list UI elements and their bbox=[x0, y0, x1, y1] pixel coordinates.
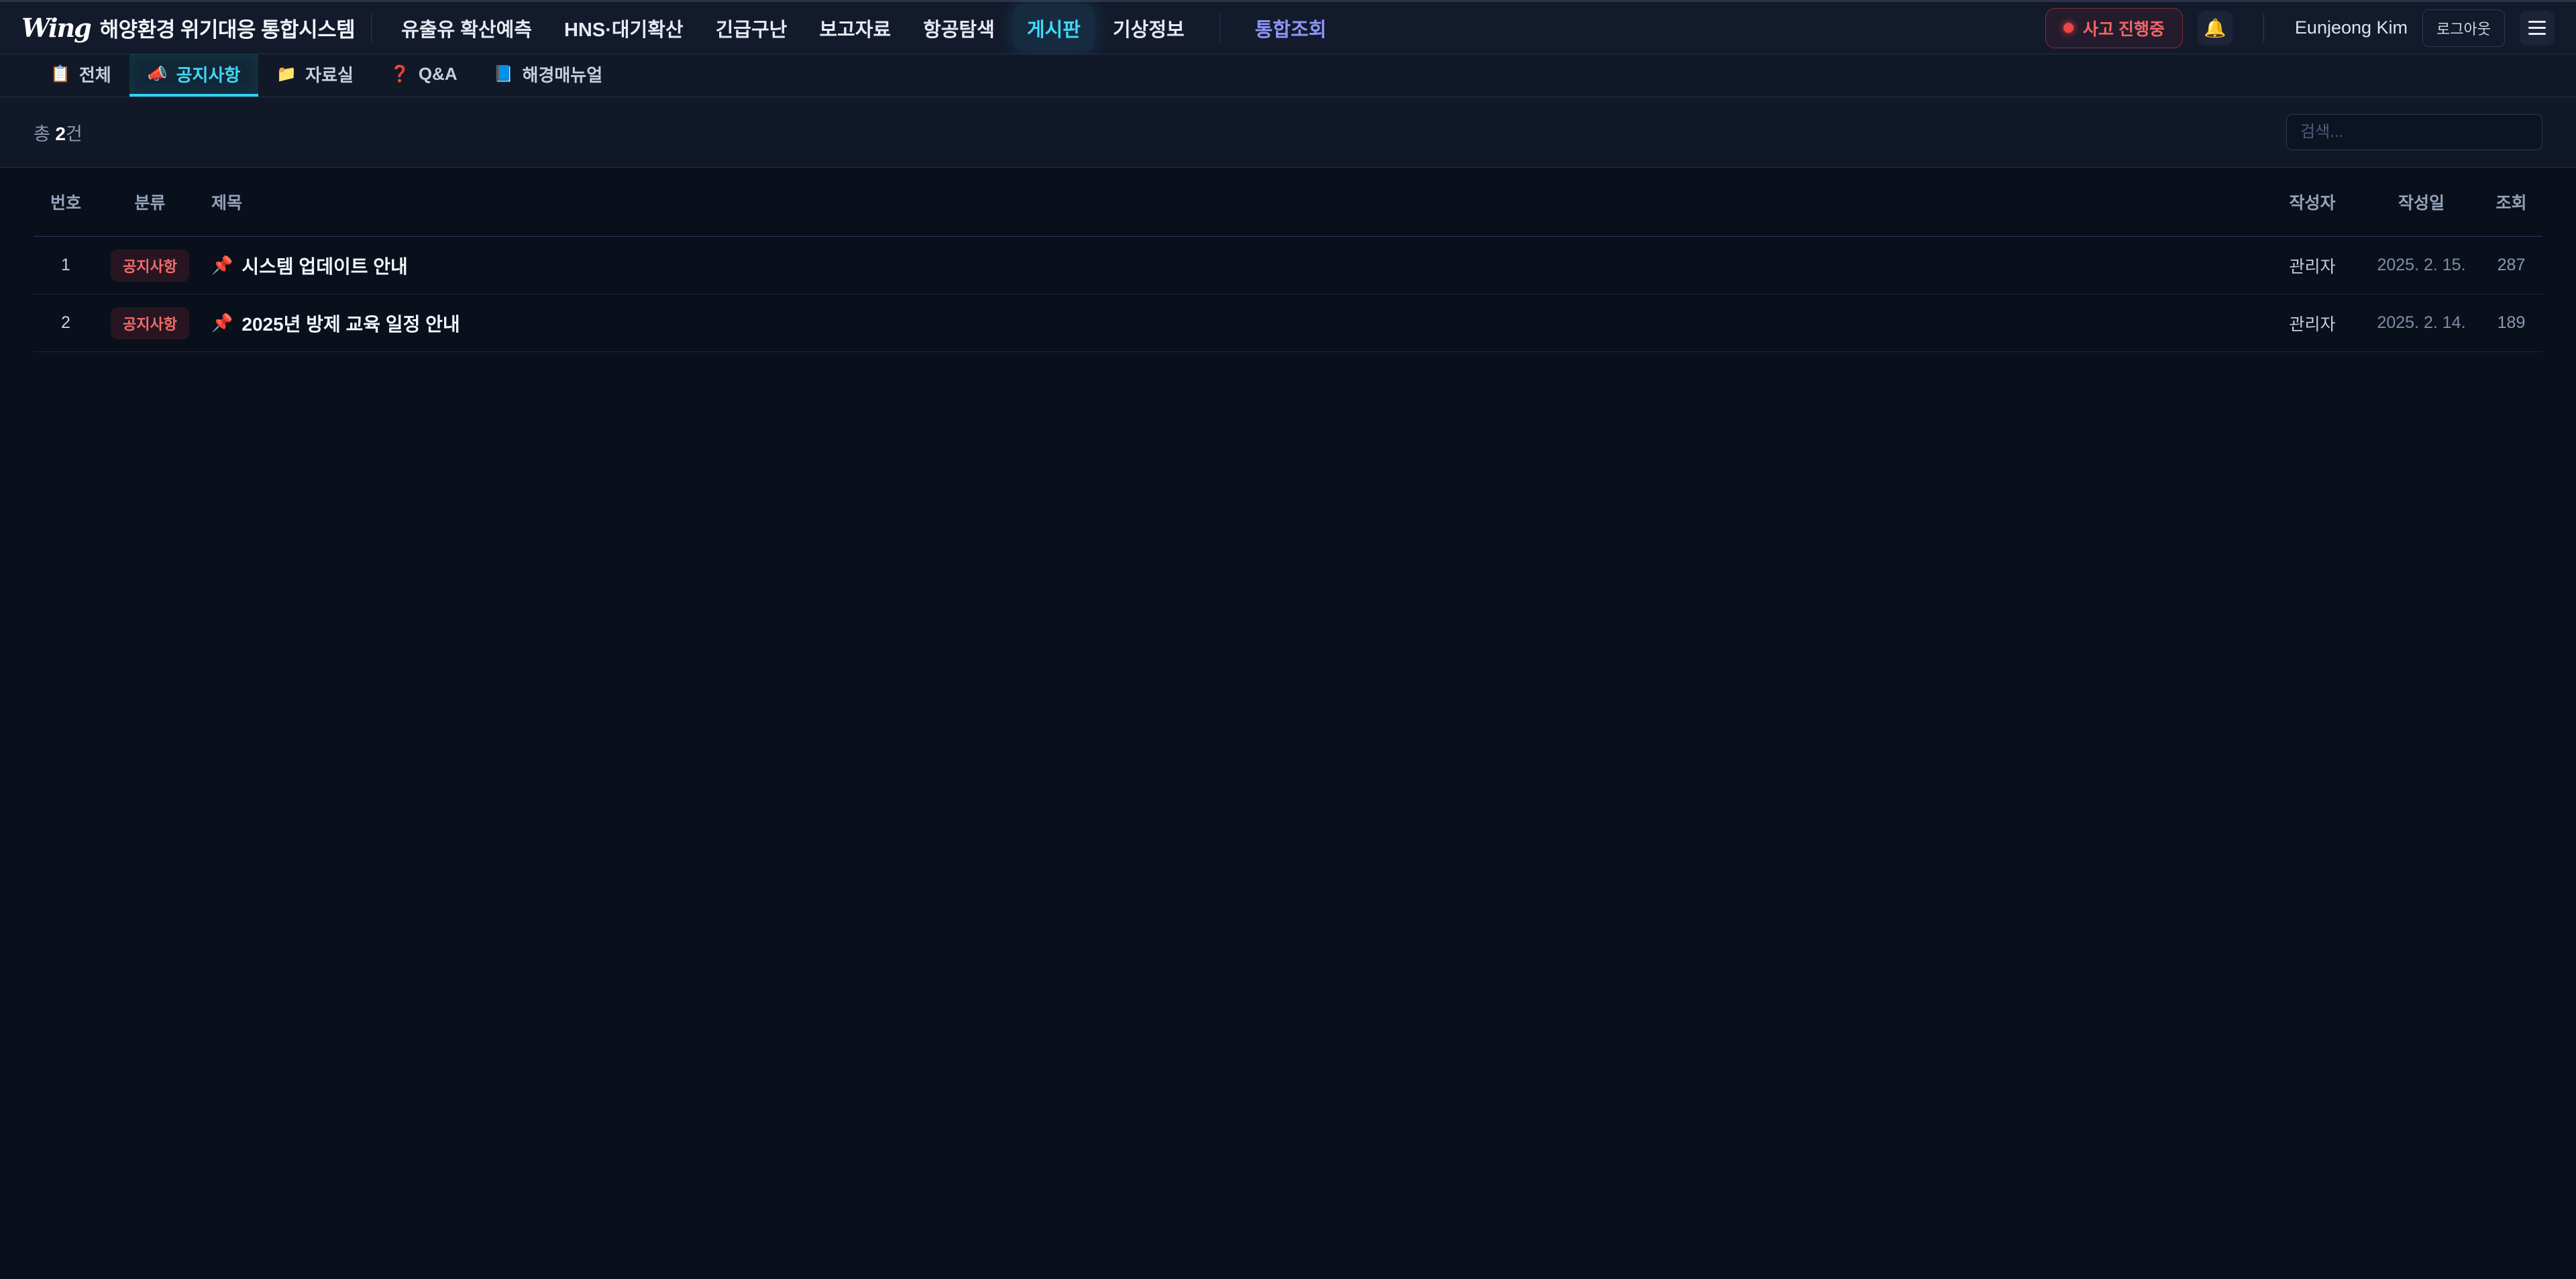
row-number: 2 bbox=[34, 313, 98, 333]
tab-notices[interactable]: 📣 공지사항 bbox=[129, 54, 259, 97]
tab-all-label: 전체 bbox=[79, 62, 111, 87]
pin-icon: 📌 bbox=[211, 313, 233, 333]
username-label: Eunjeong Kim bbox=[2295, 17, 2408, 38]
tab-all[interactable]: 📋 전체 bbox=[32, 54, 129, 97]
logo-wing-icon: Wing bbox=[21, 13, 91, 43]
question-icon: ❓ bbox=[390, 64, 410, 84]
search-input[interactable] bbox=[2286, 114, 2542, 150]
nav-item-weather-info[interactable]: 기상정보 bbox=[1099, 5, 1198, 52]
column-header-title: 제목 bbox=[202, 190, 2262, 214]
tab-archive[interactable]: 📁 자료실 bbox=[258, 54, 372, 97]
user-divider bbox=[2263, 14, 2264, 42]
tab-manual-label: 해경매뉴얼 bbox=[523, 62, 603, 87]
row-author: 관리자 bbox=[2262, 311, 2363, 335]
nav-item-reports[interactable]: 보고자료 bbox=[806, 5, 904, 52]
column-header-category: 분류 bbox=[98, 190, 202, 214]
column-header-views: 조회 bbox=[2480, 190, 2542, 214]
total-count-value: 2 bbox=[55, 123, 66, 144]
hamburger-menu-button[interactable] bbox=[2520, 11, 2555, 46]
row-date: 2025. 2. 15. bbox=[2363, 256, 2480, 275]
row-views: 287 bbox=[2480, 256, 2542, 275]
app-title: 해양환경 위기대응 통합시스템 bbox=[100, 13, 356, 43]
category-badge: 공지사항 bbox=[111, 307, 189, 339]
incident-badge-label: 사고 진행중 bbox=[2083, 16, 2165, 40]
board-toolbar: 총 2건 bbox=[0, 97, 2576, 168]
post-title-link[interactable]: 2025년 방제 교육 일정 안내 bbox=[241, 310, 460, 337]
nav-item-board[interactable]: 게시판 bbox=[1014, 5, 1094, 52]
folder-icon: 📁 bbox=[276, 64, 297, 84]
tab-manual[interactable]: 📘 해경매뉴얼 bbox=[476, 54, 621, 97]
column-header-author: 작성자 bbox=[2262, 190, 2363, 214]
board-content: 번호 분류 제목 작성자 작성일 조회 1 공지사항 📌 시스템 업데이트 안내… bbox=[0, 168, 2576, 1279]
pin-icon: 📌 bbox=[211, 255, 233, 276]
row-number: 1 bbox=[34, 256, 98, 275]
top-navigation-bar: Wing 해양환경 위기대응 통합시스템 유출유 확산예측 HNS·대기확산 긴… bbox=[0, 2, 2576, 54]
app-root: Wing 해양환경 위기대응 통합시스템 유출유 확산예측 HNS·대기확산 긴… bbox=[0, 0, 2576, 1279]
table-row[interactable]: 2 공지사항 📌 2025년 방제 교육 일정 안내 관리자 2025. 2. … bbox=[34, 294, 2542, 352]
incident-dot-icon bbox=[2063, 23, 2074, 33]
post-title-link[interactable]: 시스템 업데이트 안내 bbox=[241, 252, 407, 279]
column-header-date: 작성일 bbox=[2363, 190, 2480, 214]
total-count-label: 총 2건 bbox=[34, 119, 83, 146]
tab-qna[interactable]: ❓ Q&A bbox=[372, 54, 476, 97]
nav-item-aerial-search[interactable]: 항공탐색 bbox=[910, 5, 1008, 52]
column-header-number: 번호 bbox=[34, 190, 98, 214]
row-author: 관리자 bbox=[2262, 254, 2363, 278]
app-logo[interactable]: Wing 해양환경 위기대응 통합시스템 bbox=[21, 13, 355, 43]
logo-divider bbox=[371, 14, 372, 42]
tab-archive-label: 자료실 bbox=[305, 62, 354, 87]
nav-item-integrated-search[interactable]: 통합조회 bbox=[1242, 5, 1340, 52]
table-header-row: 번호 분류 제목 작성자 작성일 조회 bbox=[34, 168, 2542, 237]
nav-item-oil-spill-prediction[interactable]: 유출유 확산예측 bbox=[388, 5, 545, 52]
logout-button[interactable]: 로그아웃 bbox=[2422, 9, 2505, 47]
book-icon: 📘 bbox=[494, 64, 514, 84]
main-menu: 유출유 확산예측 HNS·대기확산 긴급구난 보고자료 항공탐색 게시판 기상정… bbox=[388, 5, 1340, 52]
menu-icon bbox=[2528, 21, 2546, 23]
clipboard-icon: 📋 bbox=[50, 64, 70, 84]
board-tab-bar: 📋 전체 📣 공지사항 📁 자료실 ❓ Q&A 📘 해경매뉴얼 bbox=[0, 54, 2576, 97]
nav-item-hns-air-diffusion[interactable]: HNS·대기확산 bbox=[551, 5, 697, 52]
tab-notices-label: 공지사항 bbox=[176, 62, 241, 87]
tab-qna-label: Q&A bbox=[419, 64, 458, 85]
notification-button[interactable]: 🔔 bbox=[2198, 11, 2233, 46]
row-views: 189 bbox=[2480, 313, 2542, 333]
category-badge: 공지사항 bbox=[111, 249, 189, 282]
table-row[interactable]: 1 공지사항 📌 시스템 업데이트 안내 관리자 2025. 2. 15. 28… bbox=[34, 237, 2542, 294]
row-date: 2025. 2. 14. bbox=[2363, 313, 2480, 333]
incident-status-badge[interactable]: 사고 진행중 bbox=[2045, 8, 2183, 48]
nav-item-emergency-rescue[interactable]: 긴급구난 bbox=[702, 5, 801, 52]
megaphone-icon: 📣 bbox=[148, 64, 168, 84]
bell-icon: 🔔 bbox=[2204, 17, 2226, 39]
nav-right-cluster: 사고 진행중 🔔 Eunjeong Kim 로그아웃 bbox=[2045, 8, 2555, 48]
